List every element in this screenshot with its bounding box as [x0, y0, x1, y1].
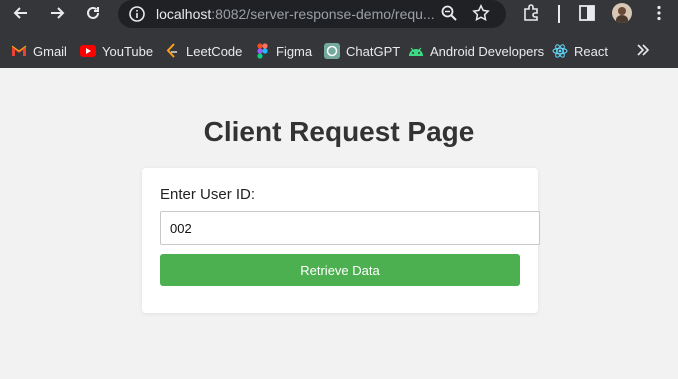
url-text[interactable]: localhost:8082/server-response-demo/requ… [156, 6, 436, 22]
chatgpt-icon [324, 43, 340, 59]
zoom-icon[interactable] [440, 4, 458, 27]
react-icon [552, 43, 568, 59]
toolbar-divider [558, 5, 560, 23]
figma-icon [254, 43, 270, 59]
user-id-label: Enter User ID: [160, 186, 256, 203]
request-form-card: Enter User ID: Retrieve Data [142, 168, 540, 313]
bookmark-star-icon[interactable] [472, 4, 490, 27]
more-bookmarks-icon[interactable] [636, 43, 650, 62]
page-content: Client Request Page Enter User ID: Retri… [0, 68, 678, 379]
bookmark-react[interactable]: React [552, 41, 608, 61]
user-id-input[interactable] [160, 211, 540, 245]
extensions-icon[interactable] [522, 4, 540, 27]
bookmark-gmail[interactable]: Gmail [11, 41, 67, 61]
profile-avatar[interactable] [612, 3, 632, 23]
side-panel-icon[interactable] [578, 4, 596, 27]
bookmark-android-developers[interactable]: Android Developers [408, 41, 544, 61]
forward-icon[interactable] [48, 4, 66, 22]
page-title: Client Request Page [203, 116, 475, 147]
reload-icon[interactable] [84, 4, 102, 22]
bookmark-leetcode[interactable]: LeetCode [164, 41, 242, 61]
address-bar[interactable]: localhost:8082/server-response-demo/requ… [118, 0, 506, 28]
gmail-icon [11, 43, 27, 59]
youtube-icon [80, 43, 96, 59]
bookmarks-bar: Gmail YouTube LeetCode Figma ChatGPT And… [0, 34, 678, 68]
bookmark-figma[interactable]: Figma [254, 41, 312, 61]
menu-kebab-icon[interactable] [650, 4, 668, 27]
bookmark-youtube[interactable]: YouTube [80, 41, 153, 61]
retrieve-data-button[interactable]: Retrieve Data [160, 254, 520, 286]
android-icon [408, 43, 424, 59]
site-info-icon[interactable] [128, 5, 146, 23]
bookmark-chatgpt[interactable]: ChatGPT [324, 41, 400, 61]
leetcode-icon [164, 43, 180, 59]
back-icon[interactable] [12, 4, 30, 22]
browser-toolbar: localhost:8082/server-response-demo/requ… [0, 0, 678, 34]
